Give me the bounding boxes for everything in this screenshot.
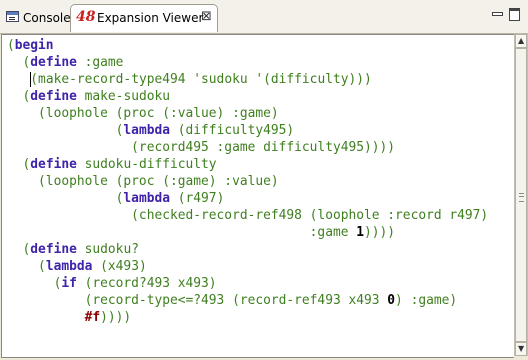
arrow-down-icon: ▼ xyxy=(518,344,525,353)
code-token: :game xyxy=(76,55,124,70)
expansion-viewer-window: Console 48 Expansion Viewer ⊠ (begin (de… xyxy=(0,0,528,360)
lambda-48-icon: 48 xyxy=(76,9,96,25)
tab-console-label: Console xyxy=(23,11,71,25)
code-line: #f)))) xyxy=(7,309,488,326)
code-token: ( xyxy=(7,276,62,291)
code-line: (lambda (r497) xyxy=(7,190,488,207)
code-line: (loophole (proc (:game) :value) xyxy=(7,173,488,190)
code-token: (make-record-type494 'sudoku '(difficult… xyxy=(30,72,372,87)
code-text: (begin (define :game (make-record-type49… xyxy=(7,37,488,326)
code-line: (define sudoku? xyxy=(7,241,488,258)
code-token: )))) xyxy=(364,225,396,240)
code-token: (record-type<=?493 (record-ref493 x493 xyxy=(7,293,388,308)
code-line: (define make-sudoku xyxy=(7,88,488,105)
keyword-token: begin xyxy=(14,38,54,53)
code-token: ) :game) xyxy=(395,293,458,308)
code-token: ( xyxy=(7,191,124,206)
code-line: (record-type<=?493 (record-ref493 x493 0… xyxy=(7,292,488,309)
code-token: ( xyxy=(7,242,31,257)
code-token: sudoku? xyxy=(76,242,139,257)
keyword-token: lambda xyxy=(123,191,170,206)
code-token: :game xyxy=(7,225,357,240)
code-token: ( xyxy=(7,55,31,70)
code-line: (make-record-type494 'sudoku '(difficult… xyxy=(7,71,488,88)
boolean-token: #f xyxy=(84,310,101,325)
keyword-token: define xyxy=(30,157,77,172)
tab-bar: Console 48 Expansion Viewer ⊠ xyxy=(0,0,528,34)
code-line: (lambda (x493) xyxy=(7,258,488,275)
code-line: (begin xyxy=(7,37,488,54)
code-token: ( xyxy=(7,259,46,274)
code-token: (loophole (proc (:game) :value) xyxy=(7,174,279,189)
code-line: (define :game xyxy=(7,54,488,71)
code-line: (record495 :game difficulty495)))) xyxy=(7,139,488,156)
code-token: make-sudoku xyxy=(76,89,171,104)
code-token: ( xyxy=(7,157,31,172)
code-line: (loophole (proc (:value) :game) xyxy=(7,105,488,122)
keyword-token: define xyxy=(30,89,77,104)
number-token: 0 xyxy=(387,293,396,308)
code-editor[interactable]: (begin (define :game (make-record-type49… xyxy=(1,34,514,358)
code-line: (define sudoku-difficulty xyxy=(7,156,488,173)
code-line: (lambda (difficulty495) xyxy=(7,122,488,139)
tab-expansion-viewer[interactable]: 48 Expansion Viewer ⊠ xyxy=(70,4,218,32)
code-token: ( xyxy=(7,89,31,104)
keyword-token: lambda xyxy=(45,259,93,274)
close-tab-icon[interactable]: ⊠ xyxy=(201,9,212,25)
code-line: (checked-record-ref498 (loophole :record… xyxy=(7,207,488,224)
keyword-token: define xyxy=(30,242,77,257)
code-token: (loophole (proc (:value) :game) xyxy=(7,106,279,121)
number-token: 1 xyxy=(356,225,365,240)
code-line: :game 1)))) xyxy=(7,224,488,241)
keyword-token: if xyxy=(61,276,77,291)
tab-console[interactable]: Console xyxy=(2,5,71,31)
keyword-token: lambda xyxy=(123,123,170,138)
code-token: (record?493 x493) xyxy=(76,276,217,291)
code-token: (difficulty495) xyxy=(170,123,295,138)
code-line: (if (record?493 x493) xyxy=(7,275,488,292)
tab-expansion-viewer-label: Expansion Viewer xyxy=(97,11,204,25)
code-token: ( xyxy=(7,123,124,138)
code-token: (checked-record-ref498 (loophole :record… xyxy=(7,208,489,223)
minimize-icon[interactable] xyxy=(490,7,504,21)
console-icon xyxy=(6,11,19,22)
code-token: sudoku-difficulty xyxy=(76,157,217,172)
code-token: ( xyxy=(7,38,15,53)
code-token: (x493) xyxy=(92,259,147,274)
arrow-up-icon: ▲ xyxy=(518,36,525,45)
scroll-down-button[interactable]: ▼ xyxy=(515,342,527,356)
vertical-scrollbar[interactable]: ▲ ▼ xyxy=(514,34,527,356)
scroll-up-button[interactable]: ▲ xyxy=(515,34,527,48)
maximize-icon[interactable] xyxy=(508,7,522,21)
grip-icon xyxy=(519,193,524,202)
code-token: (record495 :game difficulty495)))) xyxy=(7,140,396,155)
code-token: (r497) xyxy=(170,191,225,206)
scroll-thumb[interactable] xyxy=(515,48,527,342)
code-token: )))) xyxy=(100,310,132,325)
keyword-token: define xyxy=(30,55,77,70)
